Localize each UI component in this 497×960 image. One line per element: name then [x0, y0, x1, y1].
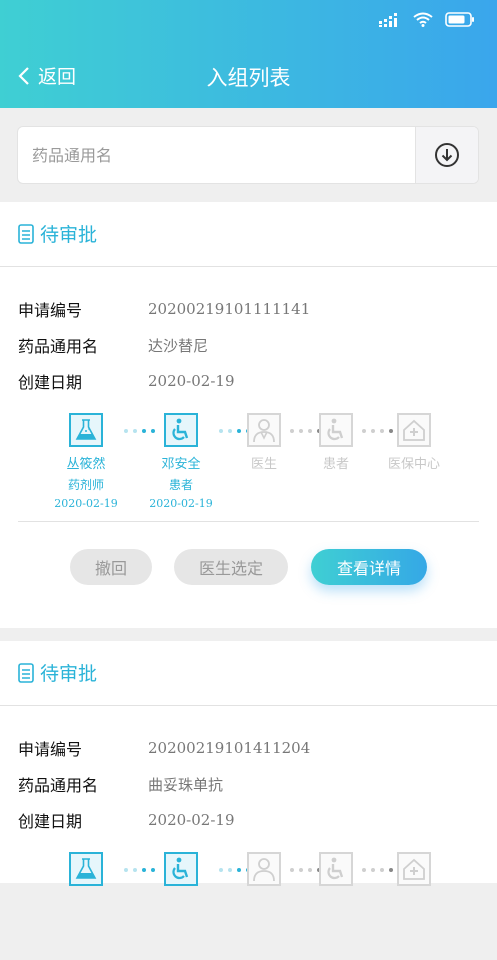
- view-detail-button[interactable]: 查看详情: [311, 549, 427, 585]
- download-circle-icon: [435, 143, 459, 167]
- page-title: 入组列表: [206, 66, 291, 90]
- status-bar: [379, 12, 475, 27]
- clipboard-icon: [18, 663, 34, 683]
- search-box: [17, 126, 479, 184]
- flow-step-insurance: [374, 852, 454, 886]
- drug-search-input[interactable]: [18, 127, 436, 183]
- step-name: 患者: [322, 457, 349, 472]
- step-name: 医保中心: [387, 457, 440, 472]
- application-card: 待审批 申请编号 20200219101111141 药品通用名 达沙替尼 创建…: [0, 202, 497, 628]
- search-area: [0, 108, 497, 202]
- approval-flow: 丛筱然 药剂师 2020-02-19 邓安全 患者 2020-02-19 医生 …: [0, 399, 497, 521]
- signal-icon: [379, 12, 397, 27]
- app-header: 返回 入组列表: [0, 0, 497, 108]
- status-label: 待审批: [40, 663, 98, 685]
- info-row-drug-name: 药品通用名 曲妥珠单抗: [0, 766, 497, 802]
- step-role: 药剂师: [67, 478, 104, 492]
- lab-flask-icon: [75, 419, 97, 440]
- revoke-button[interactable]: 撤回: [70, 549, 152, 585]
- info-row-apply-no: 申请编号 20200219101111141: [0, 291, 497, 327]
- step-date: 2020-02-19: [54, 497, 118, 510]
- created-date-value: 2020-02-19: [148, 811, 235, 829]
- created-date-label: 创建日期: [18, 373, 83, 392]
- flow-step-doctor: 医生: [224, 413, 304, 475]
- drug-name-label: 药品通用名: [18, 337, 99, 356]
- battery-icon: [445, 12, 474, 27]
- flow-step-insurance: 医保中心: [374, 413, 454, 475]
- drug-name-value: 达沙替尼: [148, 336, 209, 355]
- step-name: 医生: [250, 457, 277, 472]
- created-date-value: 2020-02-19: [148, 372, 235, 390]
- wifi-icon: [413, 12, 433, 27]
- created-date-label: 创建日期: [18, 812, 83, 831]
- home-shield-icon: [403, 858, 425, 880]
- download-button[interactable]: [415, 127, 478, 183]
- step-role: 患者: [168, 478, 193, 492]
- wheelchair-icon: [172, 418, 189, 441]
- info-section: 申请编号 20200219101111141 药品通用名 达沙替尼 创建日期 2…: [0, 267, 497, 399]
- wheelchair-icon: [327, 857, 344, 880]
- card-header: 待审批: [0, 202, 497, 267]
- flow-step-patient: [141, 852, 221, 886]
- card-actions: 撤回 医生选定 查看详情: [18, 521, 479, 612]
- clipboard-icon: [18, 224, 34, 244]
- step-date: 2020-02-19: [149, 497, 213, 510]
- card-header: 待审批: [0, 641, 497, 706]
- wheelchair-icon: [327, 418, 344, 441]
- flow-step-pharmacist: 丛筱然 药剂师 2020-02-19: [46, 413, 126, 513]
- info-row-created: 创建日期 2020-02-19: [0, 363, 497, 399]
- info-row-created: 创建日期 2020-02-19: [0, 802, 497, 838]
- drug-name-value: 曲妥珠单抗: [148, 775, 224, 794]
- doctor-icon: [253, 419, 275, 443]
- step-name: 丛筱然: [66, 457, 106, 472]
- flow-step-patient: 邓安全 患者 2020-02-19: [141, 413, 221, 513]
- apply-no-value: 20200219101111141: [148, 300, 311, 318]
- info-row-apply-no: 申请编号 20200219101411204: [0, 730, 497, 766]
- choose-doctor-button[interactable]: 医生选定: [174, 549, 288, 585]
- flow-step-patient-confirm: 患者: [296, 413, 376, 475]
- apply-no-value: 20200219101411204: [148, 739, 311, 757]
- application-card: 待审批 申请编号 20200219101411204 药品通用名 曲妥珠单抗 创…: [0, 641, 497, 886]
- doctor-icon: [253, 858, 275, 882]
- apply-no-label: 申请编号: [18, 740, 83, 759]
- wheelchair-icon: [172, 857, 189, 880]
- status-label: 待审批: [40, 224, 98, 246]
- step-name: 邓安全: [161, 457, 201, 472]
- info-row-drug-name: 药品通用名 达沙替尼: [0, 327, 497, 363]
- info-section: 申请编号 20200219101411204 药品通用名 曲妥珠单抗 创建日期 …: [0, 706, 497, 838]
- flow-step-pharmacist: [46, 852, 126, 886]
- home-shield-icon: [403, 419, 425, 441]
- lab-flask-icon: [75, 858, 97, 879]
- drug-name-label: 药品通用名: [18, 776, 99, 795]
- approval-flow: [0, 838, 497, 960]
- apply-no-label: 申请编号: [18, 301, 83, 320]
